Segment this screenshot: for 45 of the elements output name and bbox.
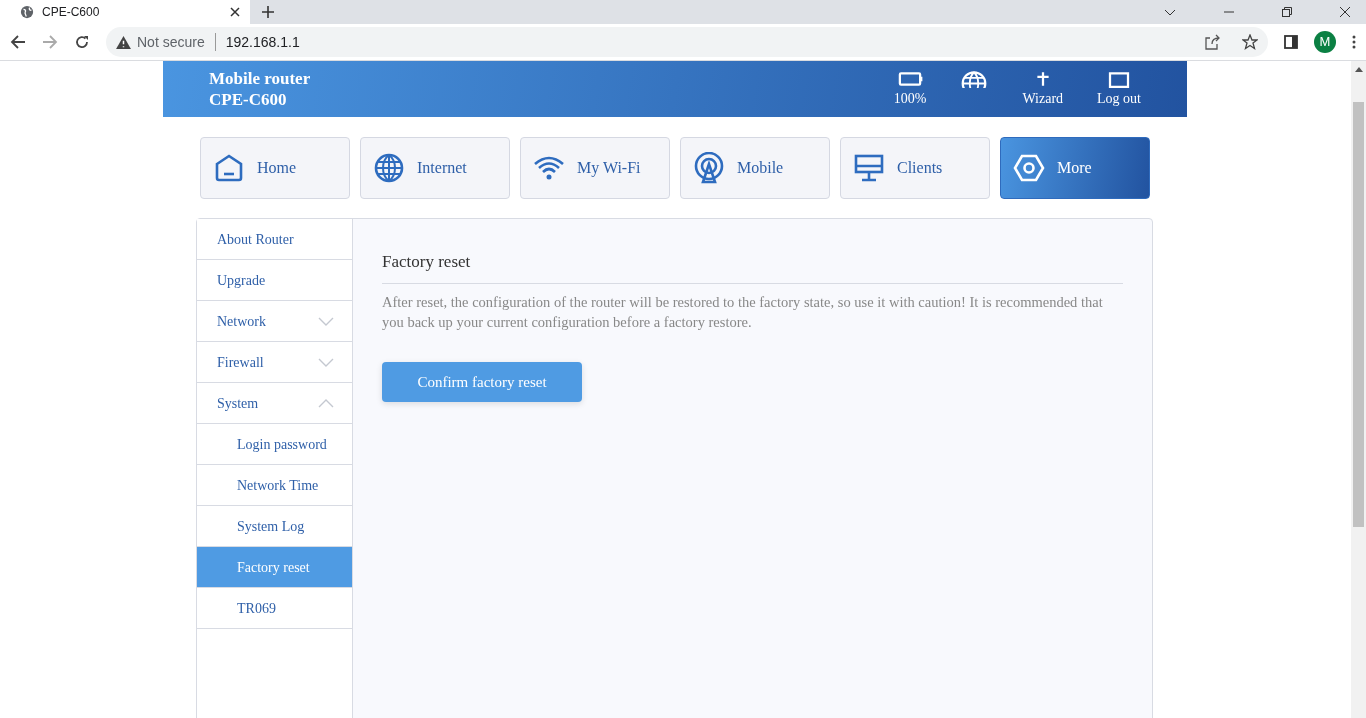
header-action-label[interactable]: Wizard xyxy=(1022,87,1064,109)
hexagon-icon xyxy=(1013,152,1045,184)
share-icon[interactable] xyxy=(1204,34,1220,50)
reload-icon[interactable] xyxy=(74,34,90,50)
menu-icon[interactable] xyxy=(1352,35,1356,49)
section-title: Factory reset xyxy=(382,249,1123,284)
scrollbar-thumb[interactable] xyxy=(1353,102,1364,527)
brand-title: Mobile router xyxy=(209,67,312,89)
url-text: 192.168.1.1 xyxy=(225,32,300,52)
nav-tile[interactable]: Clients xyxy=(840,137,990,199)
globe-icon[interactable] xyxy=(960,69,989,88)
chevron-up-icon xyxy=(318,398,334,408)
nav-tile[interactable]: Mobile xyxy=(680,137,830,199)
description-text: After reset, the configuration of the router will be restored to the factory state, so use it with caution! It is recommended that you back up your current configuration before a factory restore. xyxy=(382,292,1104,332)
globe-icon xyxy=(373,152,405,184)
header-action-label[interactable]: Log out xyxy=(1097,87,1141,109)
security-label: Not secure xyxy=(137,32,205,52)
chevron-down-icon xyxy=(318,316,334,326)
plus-icon[interactable] xyxy=(262,6,274,18)
warning-icon xyxy=(116,35,131,49)
model-name: CPE-C600 xyxy=(209,89,288,111)
browser-tab[interactable]: CPE-C600 xyxy=(0,0,250,24)
house-icon xyxy=(213,152,245,184)
chevron-down-icon xyxy=(318,357,334,367)
back-arrow-icon[interactable] xyxy=(10,34,26,50)
monitor-icon xyxy=(853,152,885,184)
close-icon[interactable] xyxy=(230,7,240,17)
address-bar[interactable]: Not secure 192.168.1.1 xyxy=(106,27,1268,57)
header-action-label[interactable]: 100% xyxy=(893,87,927,109)
tab-title: CPE-C600 xyxy=(42,4,101,21)
antenna-icon xyxy=(693,152,725,184)
close-icon[interactable] xyxy=(1340,7,1350,17)
restore-icon[interactable] xyxy=(1282,7,1292,17)
star-icon[interactable] xyxy=(1242,34,1258,50)
side-panel-icon[interactable] xyxy=(1284,35,1298,49)
scrollbar[interactable] xyxy=(1351,61,1366,718)
nav-tile[interactable]: Internet xyxy=(360,137,510,199)
nav-tile[interactable]: Home xyxy=(200,137,350,199)
scroll-up-icon[interactable] xyxy=(1354,67,1363,72)
chevron-down-icon[interactable] xyxy=(1164,8,1176,16)
globe-icon xyxy=(20,5,34,19)
profile-avatar[interactable]: M xyxy=(1314,31,1336,53)
battery-icon[interactable] xyxy=(896,69,925,88)
nav-tile[interactable]: More xyxy=(1000,137,1150,199)
nav-tile[interactable]: My Wi-Fi xyxy=(520,137,670,199)
